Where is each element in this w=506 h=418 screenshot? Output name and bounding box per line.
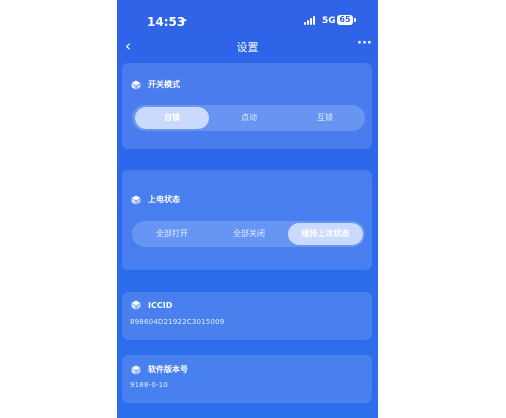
power-on-state-header: 上电状态: [131, 194, 180, 205]
cube-icon: [131, 300, 141, 310]
more-icon[interactable]: ···: [357, 36, 372, 51]
status-bar: 14:53 ➤ 5G 65: [117, 0, 378, 34]
power-on-option-all-off[interactable]: 全部关闭: [212, 223, 286, 245]
power-on-state-card: 上电状态 全部打开 全部关闭 维持上次状态: [122, 170, 372, 270]
iccid-value: 898604D21922C3015009: [130, 318, 225, 326]
power-on-state-segmented-control: 全部打开 全部关闭 维持上次状态: [132, 221, 365, 247]
switch-mode-option-interlock[interactable]: 互锁: [288, 107, 362, 129]
power-on-option-all-on[interactable]: 全部打开: [135, 223, 209, 245]
iccid-header: ICCID: [131, 300, 172, 310]
location-arrow-icon: ➤: [180, 16, 188, 26]
page-title: 设置: [236, 41, 259, 54]
battery-icon: 65: [337, 15, 353, 25]
software-version-value: 9188-0-10: [130, 381, 169, 389]
iccid-title: ICCID: [148, 300, 173, 310]
software-version-header: 软件版本号: [131, 364, 188, 375]
switch-mode-segmented-control: 自锁 点动 互锁: [132, 105, 365, 131]
iccid-card: ICCID 898604D21922C3015009: [122, 292, 372, 340]
software-version-card: 软件版本号 9188-0-10: [122, 355, 372, 403]
cube-icon: [131, 195, 141, 205]
signal-icon: [304, 16, 318, 25]
switch-mode-card: 开关模式 自锁 点动 互锁: [122, 63, 372, 149]
battery-tip: [354, 18, 356, 22]
phone-screen: 14:53 ➤ 5G 65 ‹ 设置 ··· 开关模式 自锁 点动 互锁 上电状…: [117, 0, 378, 418]
switch-mode-header: 开关模式: [131, 79, 180, 90]
power-on-state-title: 上电状态: [148, 195, 180, 204]
nav-bar: ‹ 设置 ···: [117, 34, 378, 58]
network-type: 5G: [322, 16, 336, 26]
cube-icon: [131, 80, 141, 90]
software-version-title: 软件版本号: [148, 365, 188, 374]
switch-mode-option-self-lock[interactable]: 自锁: [135, 107, 209, 129]
power-on-option-keep-last[interactable]: 维持上次状态: [288, 223, 363, 245]
switch-mode-title: 开关模式: [148, 80, 180, 89]
cube-icon: [131, 365, 141, 375]
switch-mode-option-jog[interactable]: 点动: [212, 107, 286, 129]
